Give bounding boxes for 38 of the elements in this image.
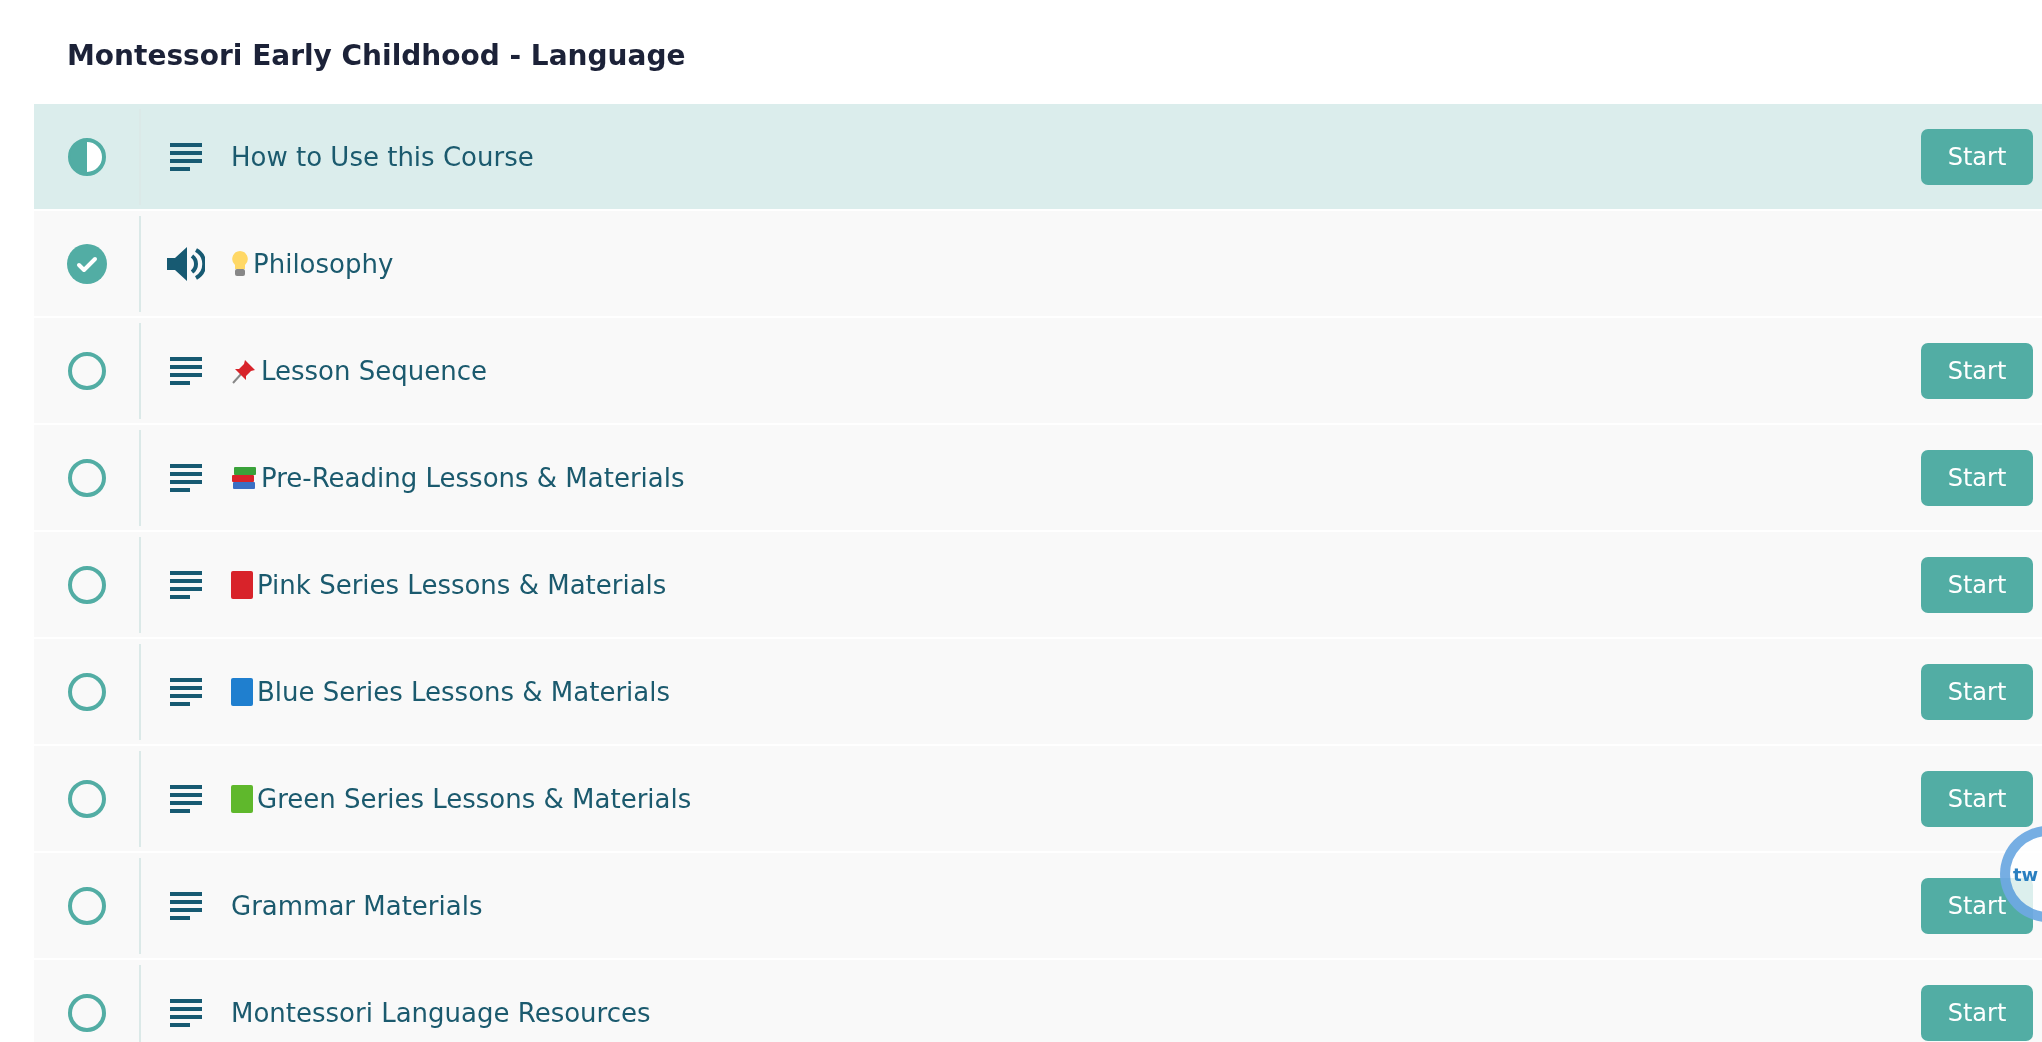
empty-circle-icon [66, 564, 107, 605]
lesson-title: Green Series Lessons & Materials [257, 783, 692, 814]
text-lines-icon [170, 356, 202, 385]
lesson-row[interactable]: Pink Series Lessons & Materials Start [34, 532, 2042, 637]
lesson-title: Montessori Language Resources [231, 997, 651, 1028]
empty-circle-icon [66, 671, 107, 712]
lesson-title: Pink Series Lessons & Materials [257, 569, 667, 600]
text-lines-icon [170, 891, 202, 920]
lesson-title: How to Use this Course [231, 141, 534, 172]
lesson-row[interactable]: Philosophy [34, 211, 2042, 316]
stacked-books-icon [231, 464, 257, 491]
lesson-title: Lesson Sequence [261, 355, 487, 386]
text-lines-icon [170, 998, 202, 1027]
check-circle-icon [66, 243, 107, 284]
text-lines-icon [170, 677, 202, 706]
speaker-icon [167, 246, 205, 281]
text-lines-icon [170, 570, 202, 599]
course-title: Montessori Early Childhood - Language [67, 38, 687, 74]
lesson-row[interactable]: Montessori Language Resources Start [34, 960, 2042, 1042]
text-lines-icon [170, 463, 202, 492]
lesson-title: Philosophy [253, 248, 394, 279]
lesson-title: Grammar Materials [231, 890, 483, 921]
text-lines-icon [170, 784, 202, 813]
empty-circle-icon [66, 778, 107, 819]
lesson-row[interactable]: Blue Series Lessons & Materials Start [34, 639, 2042, 744]
lesson-row[interactable]: How to Use this Course Start [34, 104, 2042, 209]
lesson-row[interactable]: Lesson Sequence Start [34, 318, 2042, 423]
empty-circle-icon [66, 885, 107, 926]
empty-circle-icon [66, 350, 107, 391]
lesson-title: Pre-Reading Lessons & Materials [261, 462, 685, 493]
lesson-row[interactable]: Pre-Reading Lessons & Materials Start [34, 425, 2042, 530]
pushpin-icon [231, 357, 257, 384]
empty-circle-icon [66, 992, 107, 1033]
lesson-row[interactable]: Green Series Lessons & Materials Start [34, 746, 2042, 851]
lightbulb-icon [231, 249, 249, 278]
text-lines-icon [170, 142, 202, 171]
lesson-title: Blue Series Lessons & Materials [257, 676, 671, 707]
empty-circle-icon [66, 457, 107, 498]
